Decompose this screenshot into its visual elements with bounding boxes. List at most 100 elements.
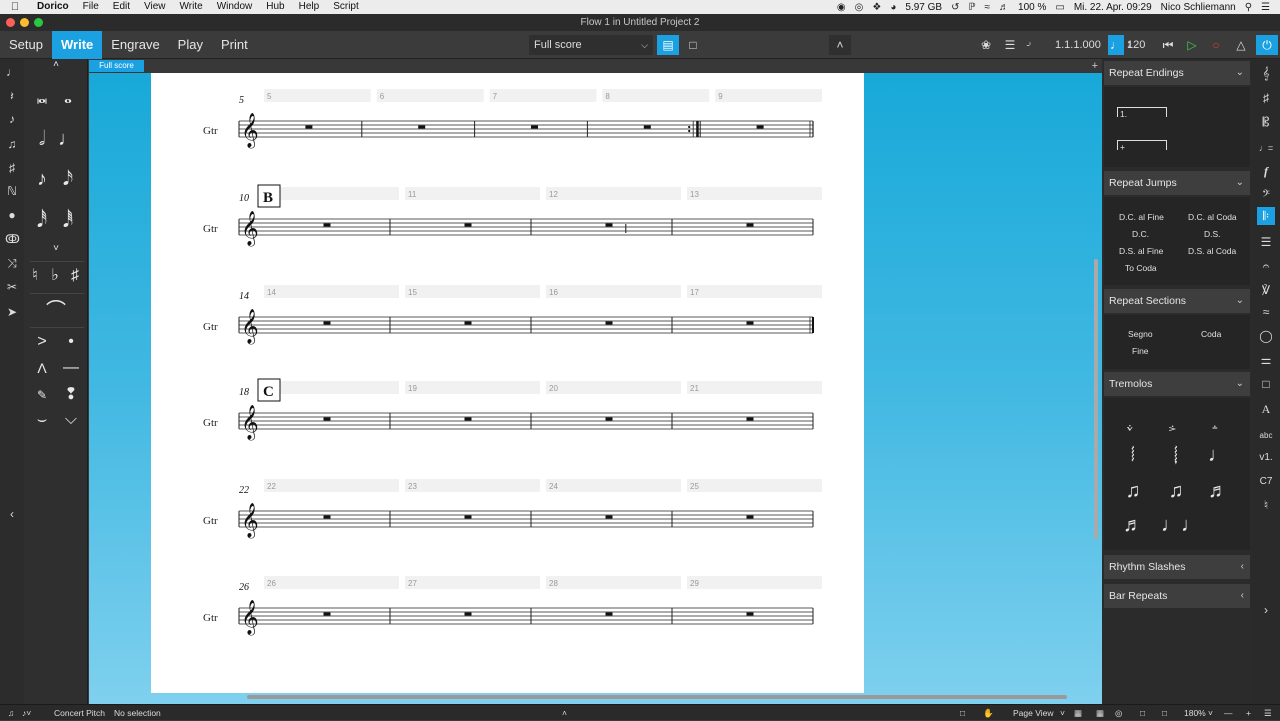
sixteenth-note-icon[interactable]: 𝅘𝅥𝅯	[54, 165, 82, 193]
cues-icon[interactable]: ◯	[1257, 327, 1275, 345]
section-bar-repeats[interactable]: Bar Repeats ‹	[1104, 584, 1250, 608]
eighth-note-icon[interactable]: ♪	[28, 165, 56, 193]
repeats-icon[interactable]: 𝄆	[1257, 207, 1275, 225]
figured-bass-icon[interactable]: ♮	[1257, 496, 1275, 514]
insert-icon[interactable]: ↂ	[5, 231, 20, 247]
mode-print[interactable]: Print	[212, 31, 257, 59]
fermata-icon[interactable]: ⌣	[28, 406, 56, 434]
grace-icon[interactable]: ♯	[5, 160, 19, 176]
text-icon[interactable]: A	[1257, 400, 1275, 418]
scroll-down-icon[interactable]: ˅	[42, 241, 70, 257]
user-name[interactable]: Nico Schliemann	[1161, 2, 1236, 13]
concert-pitch-toggle[interactable]: Concert Pitch	[54, 705, 105, 721]
comments-icon[interactable]: □	[1257, 375, 1275, 393]
layout-selector[interactable]: Full score ⌵	[529, 35, 653, 55]
chevron-up-icon[interactable]: ˄	[562, 705, 567, 721]
ornaments-icon[interactable]: 𝄢	[1257, 186, 1275, 204]
rewind-icon[interactable]: ⏮	[1157, 35, 1179, 55]
quarter-note-icon[interactable]: ♩	[54, 125, 82, 153]
menu-hub[interactable]: Hub	[259, 0, 291, 14]
clock[interactable]: Mi. 22. Apr. 09:29	[1074, 2, 1152, 13]
tremolo-one-stroke-icon[interactable]: 𝆀	[1118, 408, 1148, 431]
section-segno[interactable]: Segno	[1128, 329, 1153, 339]
section-coda[interactable]: Coda	[1201, 329, 1221, 339]
menu-window[interactable]: Window	[210, 0, 260, 14]
dynamics-icon[interactable]: f	[1257, 162, 1275, 180]
clef-icon[interactable]: 𝄞	[1257, 64, 1275, 82]
section-repeat-endings[interactable]: Repeat Endings ⌄	[1104, 61, 1250, 85]
jump-dc-al-coda[interactable]: D.C. al Coda	[1188, 212, 1237, 222]
jump-dc-al-fine[interactable]: D.C. al Fine	[1119, 212, 1164, 222]
zoom-page-icon[interactable]: □	[1162, 705, 1167, 721]
chevron-down-icon[interactable]: ˅	[1060, 705, 1065, 721]
staccato-icon[interactable]: •	[57, 328, 85, 356]
add-tab-button[interactable]: +	[1092, 59, 1098, 73]
status-settings-icon[interactable]: ☰	[1264, 705, 1272, 721]
spreads-icon[interactable]: ▦	[1074, 705, 1082, 721]
menu-edit[interactable]: Edit	[106, 0, 137, 14]
accent-icon[interactable]: >	[28, 328, 56, 356]
thirtysecond-note-icon[interactable]: 𝅘𝅥𝅰	[28, 207, 56, 235]
menu-write[interactable]: Write	[173, 0, 210, 14]
search-icon[interactable]: ⚲	[1245, 2, 1252, 13]
close-window-button[interactable]	[6, 18, 15, 27]
play-icon[interactable]: ▷	[1181, 35, 1203, 55]
vertical-scrollbar[interactable]	[1094, 259, 1098, 539]
metronome-icon[interactable]: △	[1230, 35, 1252, 55]
staccatissimo-icon[interactable]: ✎	[28, 381, 56, 409]
menu-list-icon[interactable]: ☰	[1261, 2, 1270, 13]
holds-icon[interactable]: 𝄐	[1257, 257, 1275, 275]
score-svg[interactable]: 567895Gtr𝄞1011121310Gtr𝄞B1415161714Gtr𝄞1…	[151, 73, 864, 693]
collapse-left-icon[interactable]: ‹	[5, 506, 19, 522]
bars-icon[interactable]: ☰	[1257, 233, 1275, 251]
frame-icon[interactable]: □	[960, 705, 965, 721]
wifi-icon[interactable]: ≈	[985, 2, 991, 13]
section-repeat-jumps[interactable]: Repeat Jumps ⌄	[1104, 171, 1250, 195]
tremolo-multi-one-icon[interactable]: ♫	[1118, 480, 1148, 503]
tremolo-multi-two-icon[interactable]: ♫	[1161, 480, 1191, 503]
power-icon[interactable]: ⏻	[1256, 35, 1278, 55]
airplay-icon[interactable]: ◎	[855, 2, 864, 13]
faders-icon[interactable]: ☰	[999, 35, 1021, 55]
section-tremolos[interactable]: Tremolos ⌄	[1104, 372, 1250, 396]
chevron-down-icon[interactable]: ˅	[1208, 705, 1213, 721]
mode-setup[interactable]: Setup	[0, 31, 52, 59]
tremolo-multi-four-icon[interactable]: ♬	[1118, 514, 1148, 537]
jump-ds[interactable]: D.S.	[1204, 229, 1221, 239]
rest-icon[interactable]: 𝄽	[5, 88, 19, 104]
jump-dc[interactable]: D.C.	[1132, 229, 1149, 239]
tremolo-multi-remove-icon[interactable]: ♩♩	[1161, 514, 1201, 537]
tremolo-multi-three-icon[interactable]: ♬	[1203, 480, 1233, 503]
video-icon[interactable]: ⚌	[1257, 351, 1275, 369]
menu-view[interactable]: View	[137, 0, 173, 14]
view-options-icon[interactable]: ◎	[1115, 705, 1122, 721]
tremolo-four-stroke-icon[interactable]: 𝆃	[1118, 444, 1148, 467]
note-icon[interactable]: ♩	[1108, 35, 1124, 55]
tremolo-buzz-icon[interactable]: 𝆄	[1161, 444, 1191, 467]
half-note-icon[interactable]: 𝅗𝅥	[28, 125, 56, 153]
galley-view-icon[interactable]: ▤	[657, 35, 679, 55]
dropbox-icon[interactable]: ❖	[872, 2, 881, 13]
lyrics-icon[interactable]: abc	[1257, 427, 1275, 445]
jump-to-coda[interactable]: To Coda	[1125, 263, 1157, 273]
input-mode-icon[interactable]: ♫	[8, 705, 14, 721]
tremolo-two-stroke-icon[interactable]: 𝆁	[1161, 408, 1191, 431]
scroll-up-icon[interactable]: ˄	[42, 57, 70, 73]
chord-icon[interactable]: ♫	[5, 136, 19, 152]
mode-play[interactable]: Play	[169, 31, 212, 59]
sixtyfourth-note-icon[interactable]: 𝅘𝅥𝅱	[54, 207, 82, 235]
key-signature-icon[interactable]: ♯	[1257, 89, 1275, 107]
unstress-icon[interactable]: ⌵	[57, 406, 85, 434]
zoom-out-icon[interactable]: —	[1224, 705, 1233, 721]
pointer-icon[interactable]: ➤	[5, 304, 19, 320]
slash-icon[interactable]: ♪	[5, 111, 19, 127]
lock-icon[interactable]: ●	[5, 207, 19, 223]
disk-icon[interactable]: ◕	[890, 2, 896, 13]
mode-engrave[interactable]: Engrave	[102, 31, 168, 59]
mixer-icon[interactable]: ❀	[975, 35, 997, 55]
first-ending-item[interactable]: 1.	[1117, 107, 1167, 119]
section-fine[interactable]: Fine	[1132, 346, 1149, 356]
flat-icon[interactable]: ♭	[44, 262, 66, 290]
add-ending-item[interactable]: +	[1117, 140, 1167, 152]
tremolo-remove-icon[interactable]: ♩	[1203, 444, 1233, 467]
